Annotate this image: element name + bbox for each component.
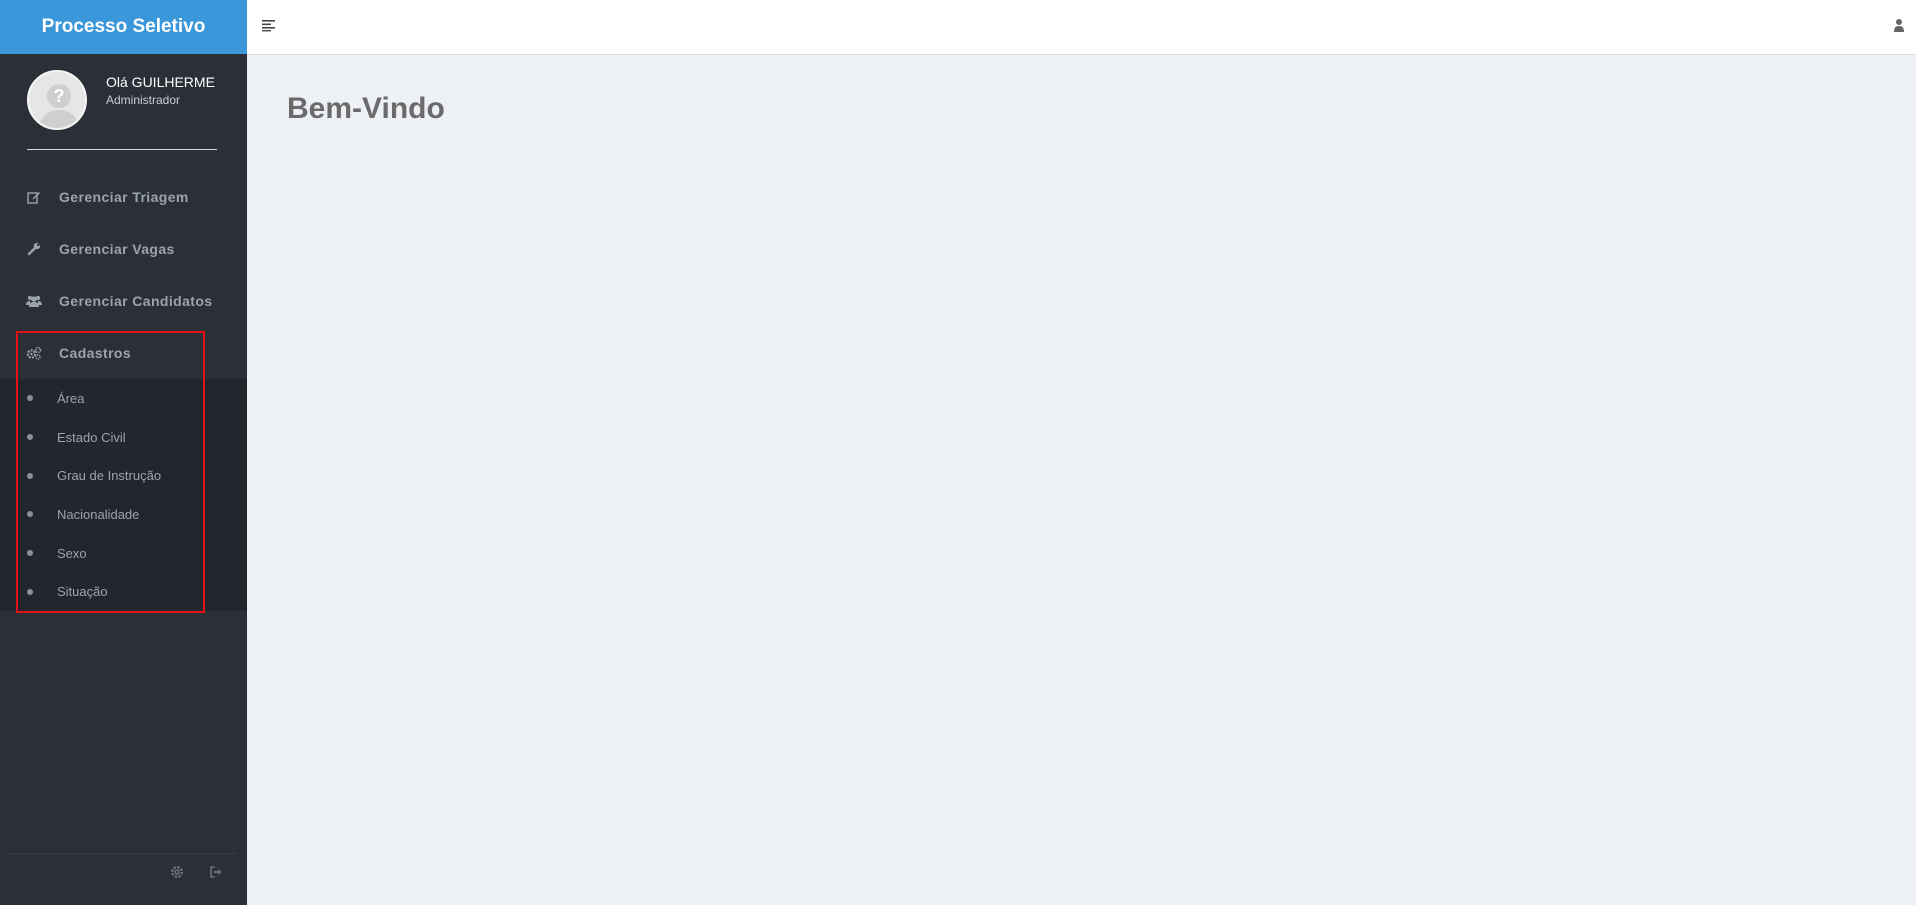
user-icon[interactable] — [1892, 17, 1906, 33]
submenu-item-label: Estado Civil — [57, 429, 126, 445]
profile-divider — [27, 149, 217, 150]
question-avatar-icon: ? — [27, 70, 87, 130]
submenu-item-area[interactable]: Área — [0, 379, 247, 418]
cogs-icon — [26, 345, 42, 361]
users-icon — [26, 293, 42, 309]
user-greeting: Olá GUILHERME — [106, 74, 215, 90]
svg-text:?: ? — [54, 86, 65, 106]
submenu-item-label: Grau de Instrução — [57, 468, 162, 484]
sidebar: Processo Seletivo ? Olá GUILHERME Admini… — [0, 0, 247, 905]
bullet-icon — [27, 550, 33, 557]
submenu-item-estado-civil[interactable]: Estado Civil — [0, 418, 247, 457]
bullet-icon — [27, 588, 33, 595]
hamburger-icon[interactable] — [261, 18, 277, 32]
bullet-icon — [27, 472, 33, 479]
submenu-item-label: Nacionalidade — [57, 506, 140, 522]
submenu-item-grau-de-instrucao[interactable]: Grau de Instrução — [0, 456, 247, 495]
user-role: Administrador — [106, 93, 181, 107]
cadastros-submenu: Área Estado Civil Grau de Instrução Naci… — [0, 379, 247, 612]
bullet-icon — [27, 434, 33, 441]
sidebar-item-gerenciar-triagem[interactable]: Gerenciar Triagem — [0, 171, 247, 223]
wrench-icon — [26, 241, 42, 257]
submenu-item-label: Sexo — [57, 545, 87, 561]
sidebar-footer-divider — [8, 853, 236, 854]
edit-icon — [26, 189, 42, 205]
sidebar-item-label: Cadastros — [59, 345, 132, 361]
sidebar-item-cadastros[interactable]: Cadastros — [0, 327, 247, 379]
top-bar — [247, 0, 1916, 55]
user-profile: ? Olá GUILHERME Administrador — [0, 54, 247, 150]
sidebar-item-gerenciar-vagas[interactable]: Gerenciar Vagas — [0, 223, 247, 275]
submenu-item-nacionalidade[interactable]: Nacionalidade — [0, 495, 247, 534]
sidebar-item-label: Gerenciar Candidatos — [59, 293, 213, 309]
page-title: Bem-Vindo — [287, 92, 445, 125]
submenu-item-situacao[interactable]: Situação — [0, 572, 247, 611]
sidebar-item-gerenciar-candidatos[interactable]: Gerenciar Candidatos — [0, 275, 247, 327]
settings-icon[interactable] — [169, 864, 185, 880]
submenu-item-label: Situação — [57, 584, 108, 600]
sidebar-item-label: Gerenciar Vagas — [59, 241, 175, 257]
bullet-icon — [27, 511, 33, 518]
logout-icon[interactable] — [208, 864, 224, 880]
brand-title[interactable]: Processo Seletivo — [0, 0, 247, 54]
sidebar-nav: Gerenciar Triagem Gerenciar Vagas Gerenc… — [0, 171, 247, 612]
submenu-item-label: Área — [57, 390, 85, 406]
bullet-icon — [27, 395, 33, 402]
submenu-item-sexo[interactable]: Sexo — [0, 534, 247, 573]
sidebar-item-label: Gerenciar Triagem — [59, 189, 189, 205]
